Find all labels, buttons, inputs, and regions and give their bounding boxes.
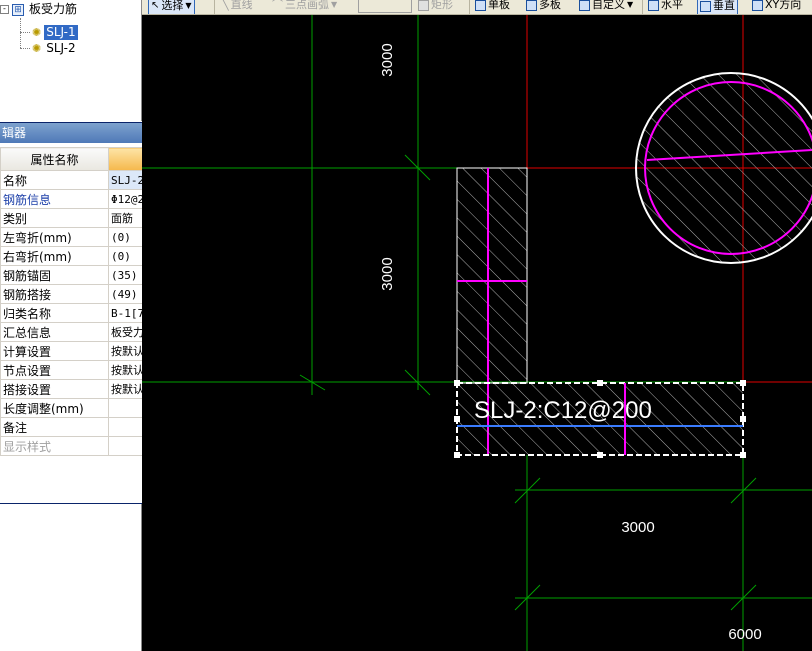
editor-title: 辑器 — [2, 126, 27, 140]
rebar-label: SLJ-2:C12@200 — [474, 397, 652, 424]
circular-slab[interactable] — [620, 60, 812, 280]
dim-text-bottom-2: 6000 — [728, 626, 761, 643]
dim-text-bottom-1: 3000 — [621, 519, 654, 536]
toolbar-separator — [214, 0, 215, 14]
type-combo[interactable] — [358, 0, 412, 14]
gear-icon: ✺ — [32, 42, 42, 55]
dropdown-arrow-icon: ▼ — [627, 0, 634, 9]
grip-point[interactable] — [597, 380, 603, 386]
custom-button[interactable]: 自定义 ▼ — [579, 0, 633, 14]
tree-item-slj1[interactable]: ✺ SLJ-1 — [32, 25, 78, 40]
property-name: 钢筋锚固 — [0, 265, 109, 285]
grip-point[interactable] — [740, 452, 746, 458]
select-tool-button[interactable]: ↖ 选择 ▼ — [148, 0, 195, 14]
horizontal-icon — [648, 0, 659, 11]
arc-icon: ⌒ — [272, 0, 283, 11]
line-tool-button[interactable]: ╲ 直线 — [222, 0, 253, 14]
property-name: 搭接设置 — [0, 379, 109, 399]
grip-point[interactable] — [454, 380, 460, 386]
grip-point[interactable] — [740, 416, 746, 422]
xy-direction-button[interactable]: XY方向 — [752, 0, 801, 14]
property-name: 长度调整(mm) — [0, 398, 109, 418]
type-combo-box[interactable] — [358, 0, 412, 13]
custom-icon — [579, 0, 590, 11]
tree-connector — [20, 32, 30, 33]
dim-text-mid: 3000 — [379, 257, 396, 290]
grip-point[interactable] — [740, 380, 746, 386]
single-slab-icon — [475, 0, 486, 11]
property-name: 汇总信息 — [0, 322, 109, 342]
line-icon: ╲ — [222, 0, 229, 11]
tree-connector — [20, 18, 21, 48]
dim-text-top: 3000 — [379, 43, 396, 76]
horizontal-button[interactable]: 水平 — [648, 0, 683, 14]
grip-point[interactable] — [454, 452, 460, 458]
rect-tool-button[interactable]: 矩形 — [418, 0, 453, 14]
tree-connector — [20, 48, 30, 49]
drawing-toolbar: ↖ 选择 ▼ ╲ 直线 ⌒ 三点画弧 ▼ 矩形 单板 多板 自定义 ▼ 水平 垂… — [142, 0, 812, 15]
component-tree: - ⊞ 板受力筋 ✺ SLJ-1 ✺ SLJ-2 — [0, 0, 142, 121]
dropdown-arrow-icon: ▼ — [185, 1, 192, 10]
cad-canvas[interactable]: SLJ-2:C12@200 3000 3000 3000 6000 — [142, 15, 812, 651]
tree-root-node[interactable]: - ⊞ 板受力筋 — [0, 2, 79, 17]
drawing-area: SLJ-2:C12@200 3000 3000 3000 6000 — [142, 15, 812, 651]
property-name: 名称 — [0, 170, 109, 190]
multi-slab-icon — [526, 0, 537, 11]
toolbar-separator — [642, 0, 643, 14]
arc-tool-button[interactable]: ⌒ 三点画弧 ▼ — [272, 0, 337, 14]
property-name: 左弯折(mm) — [0, 227, 109, 247]
slab-outline — [456, 167, 528, 384]
property-name: 显示样式 — [0, 436, 109, 456]
grip-point[interactable] — [454, 416, 460, 422]
folder-icon: ⊞ — [12, 3, 24, 16]
multi-slab-button[interactable]: 多板 — [526, 0, 561, 14]
xy-direction-icon — [752, 0, 763, 11]
property-name: 钢筋搭接 — [0, 284, 109, 304]
collapse-icon[interactable]: - — [0, 5, 9, 14]
vertical-icon — [700, 0, 711, 12]
rectangle-icon — [418, 0, 429, 11]
property-name: 备注 — [0, 417, 109, 437]
property-name: 类别 — [0, 208, 109, 228]
tree-item-slj2[interactable]: ✺ SLJ-2 — [32, 41, 78, 56]
property-name: 计算设置 — [0, 341, 109, 361]
selected-slab-slj2[interactable]: SLJ-2:C12@200 — [454, 380, 746, 458]
single-slab-button[interactable]: 单板 — [475, 0, 510, 14]
vertical-button[interactable]: 垂直 — [697, 0, 738, 14]
grip-point[interactable] — [597, 452, 603, 458]
pointer-icon: ↖ — [151, 0, 160, 11]
toolbar-separator — [469, 0, 470, 14]
property-name: 钢筋信息 — [0, 189, 109, 209]
dropdown-arrow-icon: ▼ — [331, 0, 338, 9]
left-panel-background — [0, 504, 142, 651]
gear-icon: ✺ — [32, 26, 42, 39]
property-name: 归类名称 — [0, 303, 109, 323]
property-name: 右弯折(mm) — [0, 246, 109, 266]
property-name: 节点设置 — [0, 360, 109, 380]
col-header-name: 属性名称 — [0, 147, 109, 171]
